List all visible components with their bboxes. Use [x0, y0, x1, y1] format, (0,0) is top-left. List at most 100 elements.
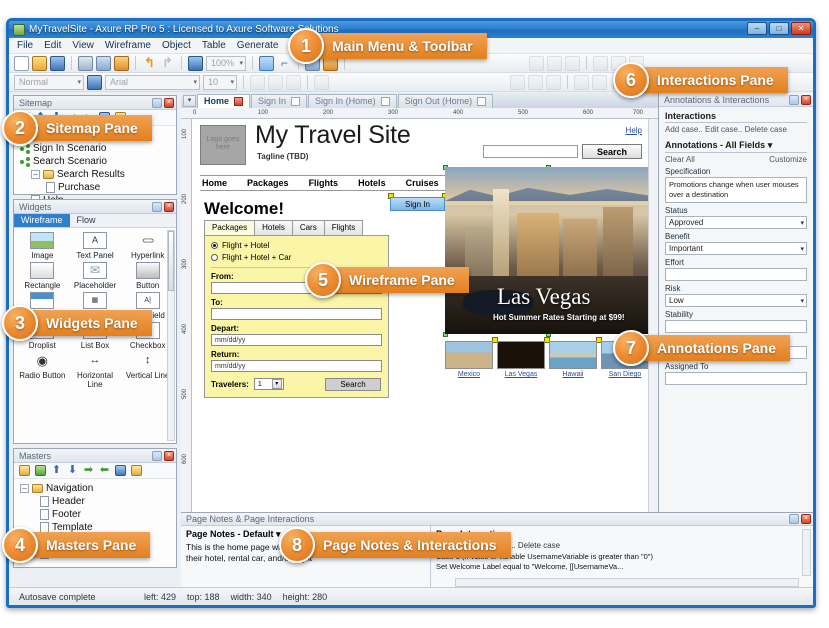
- wireframe-canvas[interactable]: Logo goes here My Travel Site Tagline (T…: [192, 119, 658, 577]
- tab-sign-in[interactable]: Sign In: [251, 93, 308, 108]
- widgets-close-icon[interactable]: ×: [164, 201, 174, 212]
- interactions-vertical-scrollbar[interactable]: [802, 529, 811, 576]
- move-up-icon[interactable]: ⬆: [51, 465, 62, 476]
- expand-toggle-icon[interactable]: –: [20, 484, 29, 493]
- tab-flow[interactable]: Flow: [70, 214, 103, 227]
- masters-minimize-button[interactable]: [152, 450, 162, 461]
- widget-radio-button[interactable]: ◉ Radio Button: [16, 352, 69, 389]
- paste-icon[interactable]: [114, 55, 129, 71]
- apply-style-icon[interactable]: [87, 74, 102, 90]
- right-pane-minimize-button[interactable]: [789, 94, 799, 105]
- status-select[interactable]: Approved ▾: [665, 216, 807, 229]
- menu-item-edit[interactable]: Edit: [44, 40, 61, 51]
- to-input[interactable]: [211, 308, 382, 320]
- line-color-icon[interactable]: [528, 74, 543, 90]
- benefit-select[interactable]: Important ▾: [665, 242, 807, 255]
- interactions-horizontal-scrollbar[interactable]: [455, 578, 799, 587]
- close-icon[interactable]: [477, 96, 487, 106]
- redo-icon[interactable]: ↱: [160, 55, 175, 71]
- select-tool-icon[interactable]: [259, 55, 274, 71]
- tab-home[interactable]: Home: [197, 93, 251, 108]
- menu-item-wireframe[interactable]: Wireframe: [105, 40, 151, 51]
- nav-item-home[interactable]: Home: [202, 178, 227, 188]
- return-input[interactable]: mm/dd/yy: [211, 360, 382, 372]
- save-icon[interactable]: [50, 55, 65, 71]
- thumbnail-mexico[interactable]: Mexico: [445, 341, 493, 378]
- line-width-icon[interactable]: [546, 74, 561, 90]
- close-button[interactable]: ✕: [791, 22, 811, 35]
- fill-color-icon[interactable]: [510, 74, 525, 90]
- masters-item-navigation[interactable]: – Navigation: [20, 482, 176, 495]
- tab-wireframe[interactable]: Wireframe: [14, 214, 70, 227]
- outdent-icon[interactable]: ⬅: [99, 465, 110, 476]
- promo-image[interactable]: Las Vegas Hot Summer Rates Starting at $…: [445, 167, 653, 334]
- cut-icon[interactable]: [78, 55, 93, 71]
- align-center-icon[interactable]: [547, 55, 562, 71]
- nav-item-packages[interactable]: Packages: [247, 178, 289, 188]
- thumbnail-las-vegas[interactable]: Las Vegas: [497, 341, 545, 378]
- line-style-icon[interactable]: [592, 74, 607, 90]
- sitemap-item-purchase[interactable]: Purchase: [20, 181, 176, 194]
- master-usage-icon[interactable]: [115, 465, 126, 476]
- move-down-icon[interactable]: ⬇: [67, 465, 78, 476]
- delete-case-link[interactable]: Delete case: [745, 125, 787, 134]
- edit-case-link[interactable]: Edit case..: [705, 125, 742, 134]
- booking-form-tabs[interactable]: Packages Hotels Cars Flights: [204, 219, 389, 235]
- thumbnail-label[interactable]: San Diego: [601, 371, 649, 378]
- window-controls[interactable]: – □ ✕: [747, 22, 811, 35]
- font-size-combo[interactable]: 10 ▾: [203, 74, 237, 90]
- tab-sign-in-home[interactable]: Sign In (Home): [308, 93, 397, 108]
- sitemap-close-icon[interactable]: ×: [164, 97, 174, 108]
- widget-image[interactable]: Image: [16, 232, 69, 260]
- new-folder-icon[interactable]: [19, 465, 30, 476]
- masters-toolbar[interactable]: ⬆ ⬇ ➡ ⬅: [14, 463, 176, 479]
- copy-icon[interactable]: [96, 55, 111, 71]
- text-color-icon[interactable]: [314, 74, 329, 90]
- expand-toggle-icon[interactable]: –: [31, 170, 40, 179]
- nav-item-flights[interactable]: Flights: [309, 178, 339, 188]
- logo-placeholder[interactable]: Logo goes here: [200, 125, 246, 165]
- tab-list-button[interactable]: ▾: [183, 94, 196, 107]
- close-icon[interactable]: [234, 96, 244, 106]
- sitemap-minimize-button[interactable]: [152, 97, 162, 108]
- open-file-icon[interactable]: [32, 55, 47, 71]
- thumbnail-label[interactable]: Hawaii: [549, 371, 597, 378]
- masters-item-header[interactable]: Header: [20, 495, 176, 508]
- add-case-link[interactable]: Add case..: [665, 125, 703, 134]
- menu-item-file[interactable]: File: [17, 40, 33, 51]
- annotation-header-links[interactable]: Clear All Customize: [665, 155, 807, 164]
- bottom-pane-close-icon[interactable]: ×: [801, 514, 811, 524]
- right-pane-close-icon[interactable]: ×: [801, 94, 811, 105]
- minimize-button[interactable]: –: [747, 22, 767, 35]
- masters-item-footer[interactable]: Footer: [20, 508, 176, 521]
- site-search-input[interactable]: [483, 145, 578, 158]
- effort-input[interactable]: [665, 268, 807, 281]
- add-master-icon[interactable]: [35, 465, 46, 476]
- customize-link[interactable]: Customize: [769, 155, 807, 164]
- radio-flight-hotel-car[interactable]: Flight + Hotel + Car: [211, 253, 382, 262]
- sitemap-item-search-results[interactable]: – Search Results: [20, 168, 176, 181]
- thumbnail-hawaii[interactable]: Hawaii: [549, 341, 597, 378]
- nav-item-hotels[interactable]: Hotels: [358, 178, 386, 188]
- close-icon[interactable]: [380, 96, 390, 106]
- delete-case-link[interactable]: Delete case: [518, 541, 560, 550]
- italic-icon[interactable]: [268, 74, 283, 90]
- help-link[interactable]: Help: [626, 126, 642, 135]
- menu-item-generate[interactable]: Generate: [237, 40, 279, 51]
- interaction-links[interactable]: Add case.. Edit case.. Delete case: [665, 125, 807, 134]
- signin-button[interactable]: Sign In: [390, 197, 445, 211]
- booking-search-button[interactable]: Search: [325, 378, 381, 391]
- widgets-scrollbar-thumb[interactable]: [168, 231, 174, 291]
- close-icon[interactable]: [291, 96, 301, 106]
- widgets-minimize-button[interactable]: [152, 201, 162, 212]
- new-file-icon[interactable]: [14, 55, 29, 71]
- widget-text-panel[interactable]: A Text Panel: [69, 232, 122, 260]
- page-tab-strip[interactable]: ▾ Home Sign In Sign In (Home) Sign Out (…: [181, 93, 658, 108]
- specification-textarea[interactable]: Promotions change when user mouses over …: [665, 177, 807, 203]
- menu-item-table[interactable]: Table: [202, 40, 226, 51]
- maximize-button[interactable]: □: [769, 22, 789, 35]
- chevron-down-icon[interactable]: ▾: [768, 140, 773, 150]
- radio-button-icon[interactable]: [211, 254, 218, 261]
- zoom-combo[interactable]: 100% ▾: [206, 55, 246, 71]
- style-combo[interactable]: Normal ▾: [14, 74, 84, 90]
